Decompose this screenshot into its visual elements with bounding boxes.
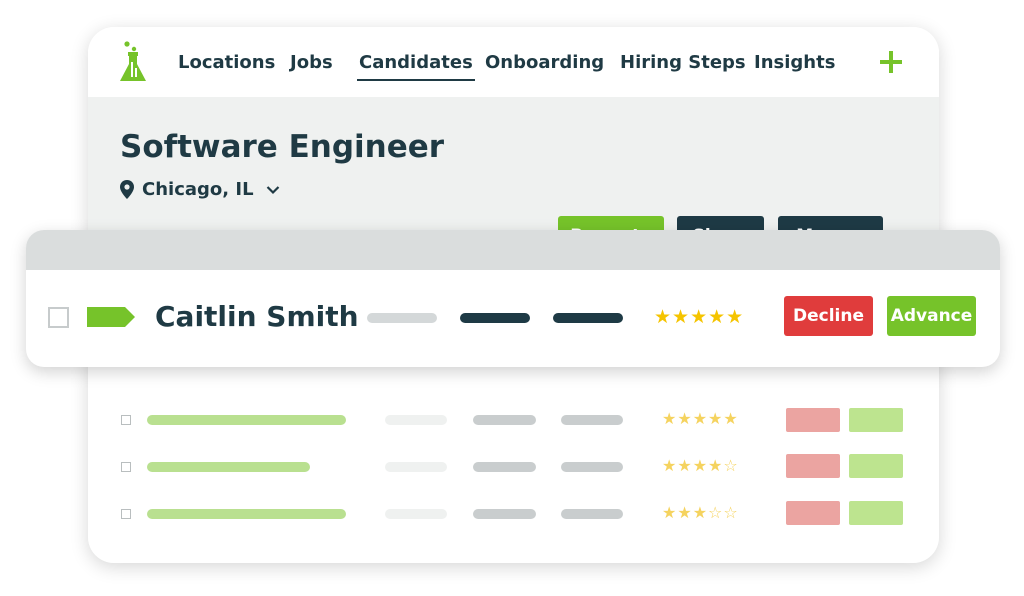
row-advance-button[interactable] — [849, 408, 903, 432]
nav-candidates[interactable]: Candidates — [357, 52, 475, 81]
row-checkbox[interactable] — [121, 509, 131, 519]
flask-logo-icon[interactable] — [118, 40, 148, 84]
row-field-placeholder — [473, 509, 536, 519]
location-selector[interactable]: Chicago, IL — [120, 179, 280, 200]
decline-button[interactable]: Decline — [784, 296, 873, 336]
field-placeholder — [367, 313, 437, 323]
row-field-placeholder — [561, 509, 623, 519]
row-field-placeholder — [385, 415, 447, 425]
nav-jobs[interactable]: Jobs — [290, 52, 333, 73]
candidate-rating: ★★★★★ — [654, 306, 745, 328]
advance-button[interactable]: Advance — [887, 296, 976, 336]
row-field-placeholder — [561, 415, 623, 425]
row-rating: ★★★☆☆ — [662, 503, 739, 522]
row-field-placeholder — [385, 509, 447, 519]
row-checkbox[interactable] — [121, 415, 131, 425]
tag-icon — [87, 307, 135, 327]
row-rating: ★★★★☆ — [662, 456, 739, 475]
row-advance-button[interactable] — [849, 501, 903, 525]
nav-hiring-steps[interactable]: Hiring Steps — [620, 52, 746, 73]
card-header-bar — [26, 230, 1000, 270]
plus-icon[interactable] — [878, 49, 904, 75]
row-name-placeholder — [147, 462, 310, 472]
row-name-placeholder — [147, 509, 346, 519]
row-field-placeholder — [561, 462, 623, 472]
row-field-placeholder — [385, 462, 447, 472]
candidate-list: ★★★★★ ★★★★☆ ★★★☆☆ — [88, 367, 939, 563]
nav-locations[interactable]: Locations — [178, 52, 275, 73]
chevron-down-icon — [266, 185, 279, 194]
row-checkbox[interactable] — [121, 462, 131, 472]
row-decline-button[interactable] — [786, 501, 840, 525]
nav-onboarding[interactable]: Onboarding — [485, 52, 604, 73]
candidate-checkbox[interactable] — [48, 307, 69, 328]
row-decline-button[interactable] — [786, 408, 840, 432]
nav-insights[interactable]: Insights — [754, 52, 835, 73]
map-pin-icon — [120, 180, 134, 199]
row-field-placeholder — [473, 462, 536, 472]
location-label: Chicago, IL — [142, 179, 254, 200]
top-navigation: Locations Jobs Candidates Onboarding Hir… — [88, 27, 939, 97]
row-name-placeholder — [147, 415, 346, 425]
row-decline-button[interactable] — [786, 454, 840, 478]
row-field-placeholder — [473, 415, 536, 425]
candidate-card[interactable]: Caitlin Smith ★★★★★ Decline Advance — [26, 230, 1000, 367]
row-advance-button[interactable] — [849, 454, 903, 478]
candidate-name[interactable]: Caitlin Smith — [155, 300, 359, 333]
field-placeholder — [460, 313, 530, 323]
job-title: Software Engineer — [120, 129, 445, 165]
field-placeholder — [553, 313, 623, 323]
row-rating: ★★★★★ — [662, 409, 739, 428]
